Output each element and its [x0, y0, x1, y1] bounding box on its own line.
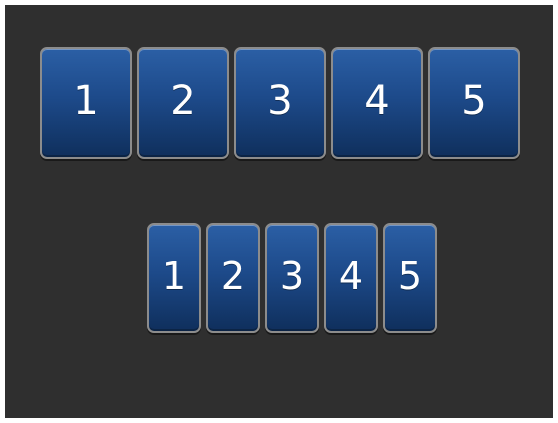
small-number-button-row: 1 2 3 4 5	[147, 223, 437, 333]
large-number-button-5[interactable]: 5	[428, 47, 520, 159]
small-number-button-3[interactable]: 3	[265, 223, 319, 333]
small-number-button-5[interactable]: 5	[383, 223, 437, 333]
window-frame: 1 2 3 4 5 1 2 3 4 5	[0, 0, 558, 423]
small-number-button-2[interactable]: 2	[206, 223, 260, 333]
large-number-button-3[interactable]: 3	[234, 47, 326, 159]
large-number-button-4[interactable]: 4	[331, 47, 423, 159]
large-number-button-2[interactable]: 2	[137, 47, 229, 159]
large-number-button-row: 1 2 3 4 5	[40, 47, 520, 159]
large-number-button-1[interactable]: 1	[40, 47, 132, 159]
content-panel: 1 2 3 4 5 1 2 3 4 5	[5, 5, 553, 418]
small-number-button-4[interactable]: 4	[324, 223, 378, 333]
small-number-button-1[interactable]: 1	[147, 223, 201, 333]
